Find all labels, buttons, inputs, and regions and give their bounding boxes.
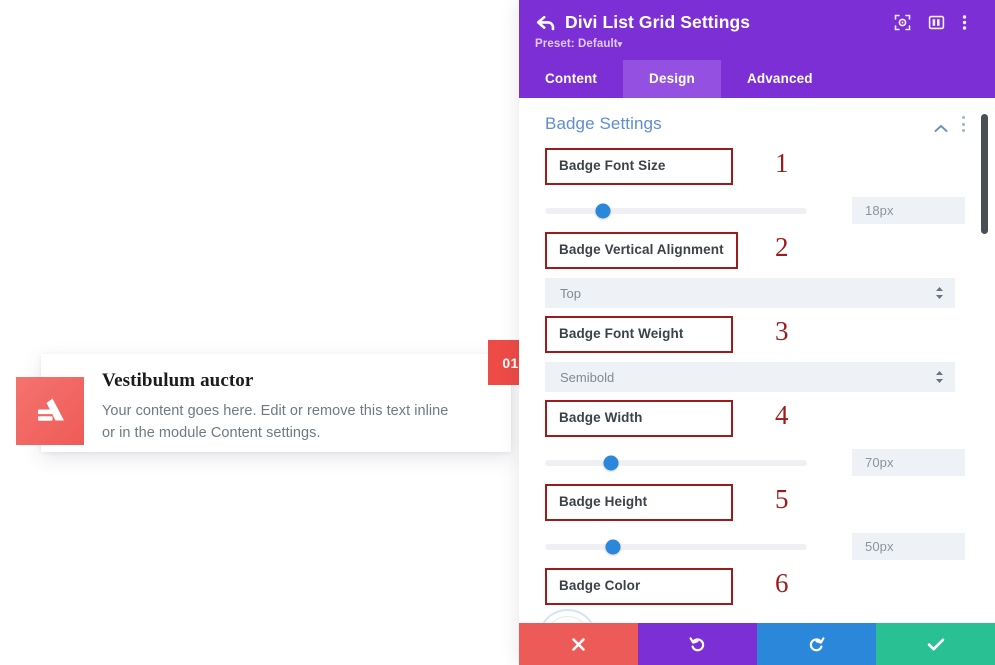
more-vertical-icon[interactable] (962, 14, 979, 31)
field-badge-font-size: Badge Font Size 1 18px (545, 148, 965, 224)
tab-content[interactable]: Content (519, 60, 623, 98)
chevron-down-icon: ▾ (617, 39, 623, 49)
badge-font-size-value[interactable]: 18px (852, 197, 965, 224)
undo-icon (689, 636, 706, 653)
slider-knob[interactable] (595, 203, 611, 218)
cancel-button[interactable] (519, 623, 638, 665)
select-value: Semibold (560, 369, 615, 385)
panel-scrollbar-thumb[interactable] (981, 114, 988, 234)
badge-settings-section-header: Badge Settings (545, 114, 965, 134)
select-arrows-icon (935, 286, 944, 300)
preset-label: Preset: Default (535, 38, 618, 50)
field-badge-width: Badge Width 4 70px (545, 400, 965, 476)
back-arrow-icon[interactable] (535, 13, 557, 33)
focus-target-icon[interactable] (894, 14, 911, 31)
field-badge-font-weight: Badge Font Weight 3 Semibold (545, 316, 965, 392)
card-title: Vestibulum auctor (102, 370, 254, 391)
callout-4: 4 (775, 400, 789, 430)
panel-title: Divi List Grid Settings (565, 12, 751, 32)
color-picker-icon[interactable] (545, 616, 590, 623)
slider-track (545, 459, 807, 466)
badge-height-slider[interactable] (545, 539, 807, 554)
close-icon (571, 637, 586, 652)
panel-header: Divi List Grid Settings Preset: Default▾ (519, 0, 995, 60)
more-vertical-icon[interactable] (961, 116, 965, 132)
undo-button[interactable] (638, 623, 757, 665)
field-badge-height: Badge Height 5 50px (545, 484, 965, 560)
module-preview-area: Vestibulum auctor Your content goes here… (0, 0, 533, 665)
field-badge-color: Badge Color 6 (545, 568, 965, 623)
chevron-up-icon[interactable] (934, 120, 948, 132)
tab-advanced-label: Advanced (746, 71, 813, 86)
slider-track (545, 207, 807, 214)
callout-1: 1 (775, 148, 789, 178)
field-badge-vertical-alignment: Badge Vertical Alignment 2 Top (545, 232, 965, 308)
badge-vertical-alignment-select[interactable]: Top (545, 278, 955, 308)
save-button[interactable] (876, 623, 995, 665)
panel-tabs: Content Design Advanced (519, 60, 995, 98)
panel-footer-actions (519, 623, 995, 665)
module-settings-panel: Divi List Grid Settings Preset: Default▾… (519, 0, 995, 665)
tab-advanced[interactable]: Advanced (721, 60, 839, 98)
badge-font-size-label: Badge Font Size (545, 148, 733, 185)
callout-2: 2 (775, 232, 789, 262)
badge-font-weight-select[interactable]: Semibold (545, 362, 955, 392)
tab-design-label: Design (649, 71, 695, 86)
badge-color-label: Badge Color (545, 568, 733, 605)
color-swatch-row (545, 616, 965, 623)
badge-width-label: Badge Width (545, 400, 733, 437)
tab-content-label: Content (545, 71, 598, 86)
callout-5: 5 (775, 484, 789, 514)
callout-6: 6 (775, 568, 789, 598)
card-description: Your content goes here. Edit or remove t… (102, 402, 449, 441)
redo-icon (808, 636, 825, 653)
slider-knob[interactable] (603, 455, 618, 470)
preset-selector[interactable]: Preset: Default▾ (535, 38, 979, 50)
badge-height-label: Badge Height (545, 484, 733, 521)
tab-design[interactable]: Design (623, 60, 721, 98)
check-icon (927, 637, 945, 652)
panel-scroll-area: Badge Settings Badge Font Size 1 18px Ba… (519, 98, 995, 623)
select-value: Top (560, 285, 581, 301)
section-title: Badge Settings (545, 114, 662, 133)
divi-triangle-icon (16, 377, 84, 445)
badge-width-slider[interactable] (545, 455, 807, 470)
card-body: Vestibulum auctor Your content goes here… (102, 368, 465, 444)
select-arrows-icon (935, 370, 944, 384)
badge-vertical-alignment-label: Badge Vertical Alignment (545, 232, 738, 269)
redo-button[interactable] (757, 623, 876, 665)
callout-3: 3 (775, 316, 789, 346)
list-grid-card[interactable]: Vestibulum auctor Your content goes here… (16, 340, 533, 452)
screenshot-root: Vestibulum auctor Your content goes here… (0, 0, 995, 665)
badge-font-size-slider[interactable] (545, 203, 807, 218)
slider-knob[interactable] (605, 539, 621, 554)
slider-track (545, 543, 807, 550)
badge-font-weight-label: Badge Font Weight (545, 316, 733, 353)
badge-width-value[interactable]: 70px (852, 449, 965, 476)
layout-panel-icon[interactable] (928, 14, 945, 31)
badge-height-value[interactable]: 50px (852, 533, 965, 560)
